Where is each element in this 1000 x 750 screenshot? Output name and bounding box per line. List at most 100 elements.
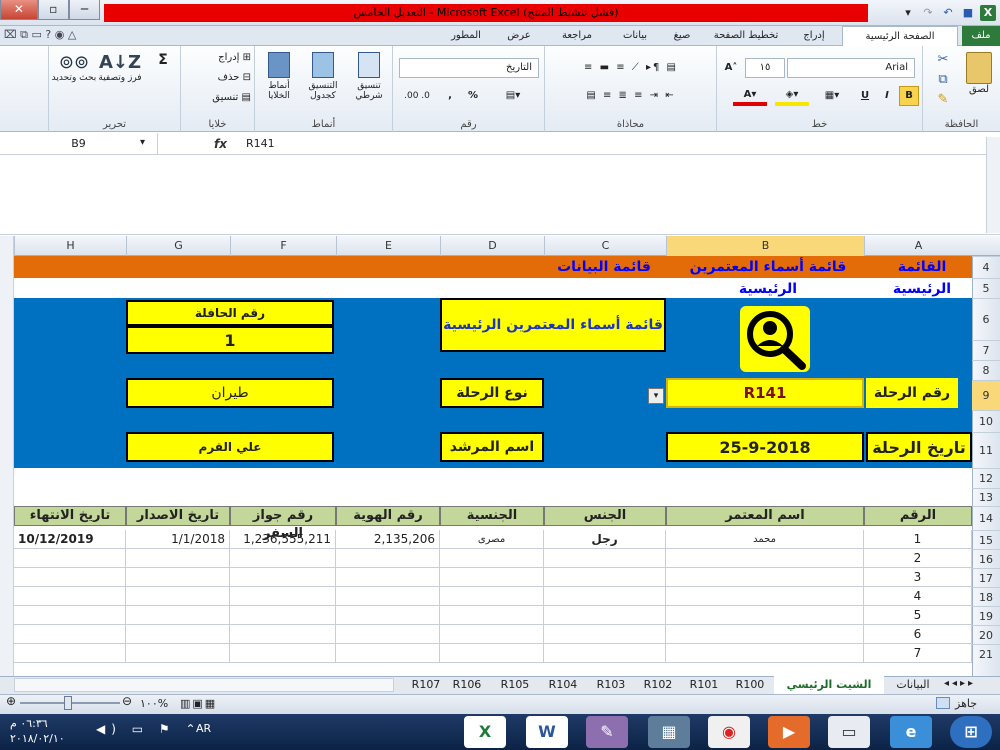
decimal-icon[interactable]: .00 .0 xyxy=(397,86,437,106)
cell-passport[interactable] xyxy=(230,606,336,625)
tray-icons[interactable]: ◀) ▭ ⚑ ⌃ xyxy=(96,722,202,736)
cell-number[interactable]: 6 xyxy=(864,625,972,644)
cell-issue-date[interactable] xyxy=(126,644,230,663)
cell-name[interactable] xyxy=(666,625,864,644)
cell-name[interactable] xyxy=(666,587,864,606)
cell-gender[interactable] xyxy=(544,549,666,568)
cell-number[interactable]: 7 xyxy=(864,644,972,663)
cell-number[interactable]: 3 xyxy=(864,568,972,587)
sheet-tab[interactable]: R103 xyxy=(588,676,634,694)
copy-icon[interactable]: ⧉ xyxy=(931,72,955,87)
cell-nationality[interactable] xyxy=(440,625,544,644)
zoom-out-icon[interactable]: ⊖ xyxy=(122,694,132,708)
cell-name[interactable] xyxy=(666,606,864,625)
column-header-h[interactable]: H xyxy=(14,236,126,256)
insert-cells-button[interactable]: إدراج ⊞ xyxy=(185,52,251,63)
percent-button[interactable]: % xyxy=(461,86,485,106)
cell-nationality[interactable] xyxy=(440,587,544,606)
cell-issue-date[interactable]: 1/1/2018 xyxy=(126,530,230,549)
cell-issue-date[interactable] xyxy=(126,625,230,644)
cell-expiry-date[interactable] xyxy=(14,606,126,625)
start-button-icon[interactable]: ⊞ xyxy=(950,716,992,748)
insert-function-icon[interactable]: fx xyxy=(214,133,244,155)
borders-icon[interactable]: ▦▾ xyxy=(817,86,847,106)
sheet-tab[interactable]: R106 xyxy=(444,676,490,694)
name-box-dropdown-icon[interactable]: ▾ xyxy=(140,137,145,148)
chrome-taskbar-icon[interactable]: ◉ xyxy=(708,716,750,748)
search-icon[interactable] xyxy=(740,306,810,372)
close-button[interactable]: ✕ xyxy=(0,0,38,20)
tab-review[interactable]: مراجعة xyxy=(546,26,608,46)
cell-issue-date[interactable] xyxy=(126,549,230,568)
font-color-icon[interactable]: A▾ xyxy=(733,86,767,106)
cell-gender[interactable] xyxy=(544,644,666,663)
font-size-select[interactable]: ١٥ xyxy=(745,58,785,78)
column-header-b[interactable]: B xyxy=(666,236,864,256)
row-header[interactable]: 21 xyxy=(972,644,1000,664)
cell-passport[interactable] xyxy=(230,568,336,587)
guide-name-value[interactable]: علي القرم xyxy=(126,432,334,462)
taskbar-clock[interactable]: ٠٦:٣٦ م ٢٠١٨/٠٢/١٠ xyxy=(10,716,65,746)
cell-expiry-date[interactable] xyxy=(14,568,126,587)
dropdown-arrow-icon[interactable]: ▾ xyxy=(648,388,664,404)
comma-button[interactable]: , xyxy=(441,86,459,106)
tab-insert[interactable]: إدراج xyxy=(790,26,838,46)
row-header[interactable]: 16 xyxy=(972,549,1000,568)
zoom-level[interactable]: ١٠٠% xyxy=(140,697,168,710)
sheet-nav-icon[interactable]: ◂◂▸▸ xyxy=(944,678,976,689)
row-header[interactable]: 5 xyxy=(972,278,1000,298)
qat-dropdown-icon[interactable]: ▾ xyxy=(900,5,916,21)
sheet-tab[interactable]: R100 xyxy=(728,676,772,694)
excel-taskbar-icon[interactable]: X xyxy=(464,716,506,748)
column-header-c[interactable]: C xyxy=(544,236,666,256)
cell-number[interactable]: 2 xyxy=(864,549,972,568)
sort-filter-button[interactable]: A↓Z فرز وتصفية xyxy=(97,52,143,83)
cell-id[interactable] xyxy=(336,587,440,606)
formula-scrollbar[interactable] xyxy=(986,137,1000,233)
vertical-scrollbar[interactable] xyxy=(0,236,14,676)
undo-icon[interactable]: ↶ xyxy=(940,5,956,21)
sheet-tab[interactable]: R107 xyxy=(410,676,442,694)
cell-gender[interactable]: رجل xyxy=(544,530,666,549)
save-icon[interactable]: ■ xyxy=(960,5,976,21)
cell-number[interactable]: 5 xyxy=(864,606,972,625)
cell-id[interactable] xyxy=(336,606,440,625)
row-header[interactable]: 7 xyxy=(972,340,1000,360)
trip-date-value[interactable]: 25-9-2018 xyxy=(666,432,864,462)
row-header[interactable]: 17 xyxy=(972,568,1000,587)
row-header[interactable]: 14 xyxy=(972,506,1000,530)
fill-color-icon[interactable]: ◈▾ xyxy=(775,86,809,106)
zoom-in-icon[interactable]: ⊕ xyxy=(6,694,16,708)
grow-font-icon[interactable]: A˄ xyxy=(719,58,743,78)
format-as-table-button[interactable]: التنسيق كجدول xyxy=(301,52,345,101)
formula-expanded-area[interactable] xyxy=(0,155,1000,235)
minimize-button[interactable]: ─ xyxy=(68,0,100,20)
bold-button[interactable]: B xyxy=(899,86,919,106)
font-name-select[interactable]: Arial xyxy=(787,58,915,78)
column-header-d[interactable]: D xyxy=(440,236,544,256)
cell-styles-button[interactable]: أنماط الخلايا xyxy=(257,52,301,101)
column-header-a[interactable]: A xyxy=(864,236,972,256)
row-header[interactable]: 9 xyxy=(972,380,1000,410)
cell-id[interactable] xyxy=(336,549,440,568)
row-header[interactable]: 10 xyxy=(972,410,1000,432)
guides-list-button[interactable]: قائمة أسماء المعتمرين الرئيسية xyxy=(440,298,666,352)
cell-issue-date[interactable] xyxy=(126,587,230,606)
autosum-button[interactable]: Σ xyxy=(149,52,177,68)
sheet-tab[interactable]: R105 xyxy=(492,676,538,694)
row-header[interactable]: 13 xyxy=(972,488,1000,506)
number-format-select[interactable]: التاريخ xyxy=(399,58,539,78)
tab-data[interactable]: بيانات xyxy=(612,26,658,46)
cell-passport[interactable] xyxy=(230,549,336,568)
data-list-link[interactable]: قائمة البيانات xyxy=(544,256,664,278)
column-header-e[interactable]: E xyxy=(336,236,440,256)
cell-expiry-date[interactable]: 10/12/2019 xyxy=(14,530,126,549)
row-header[interactable]: 12 xyxy=(972,468,1000,488)
delete-cells-button[interactable]: حذف ⊟ xyxy=(185,72,251,83)
cell-name[interactable] xyxy=(666,644,864,663)
sheet-tab[interactable]: R102 xyxy=(636,676,680,694)
cell-gender[interactable] xyxy=(544,587,666,606)
cell-nationality[interactable] xyxy=(440,606,544,625)
paste-button[interactable]: لصق xyxy=(961,52,997,95)
guides-list-link[interactable]: قائمة أسماء المعتمرين الرئيسية xyxy=(666,256,870,297)
